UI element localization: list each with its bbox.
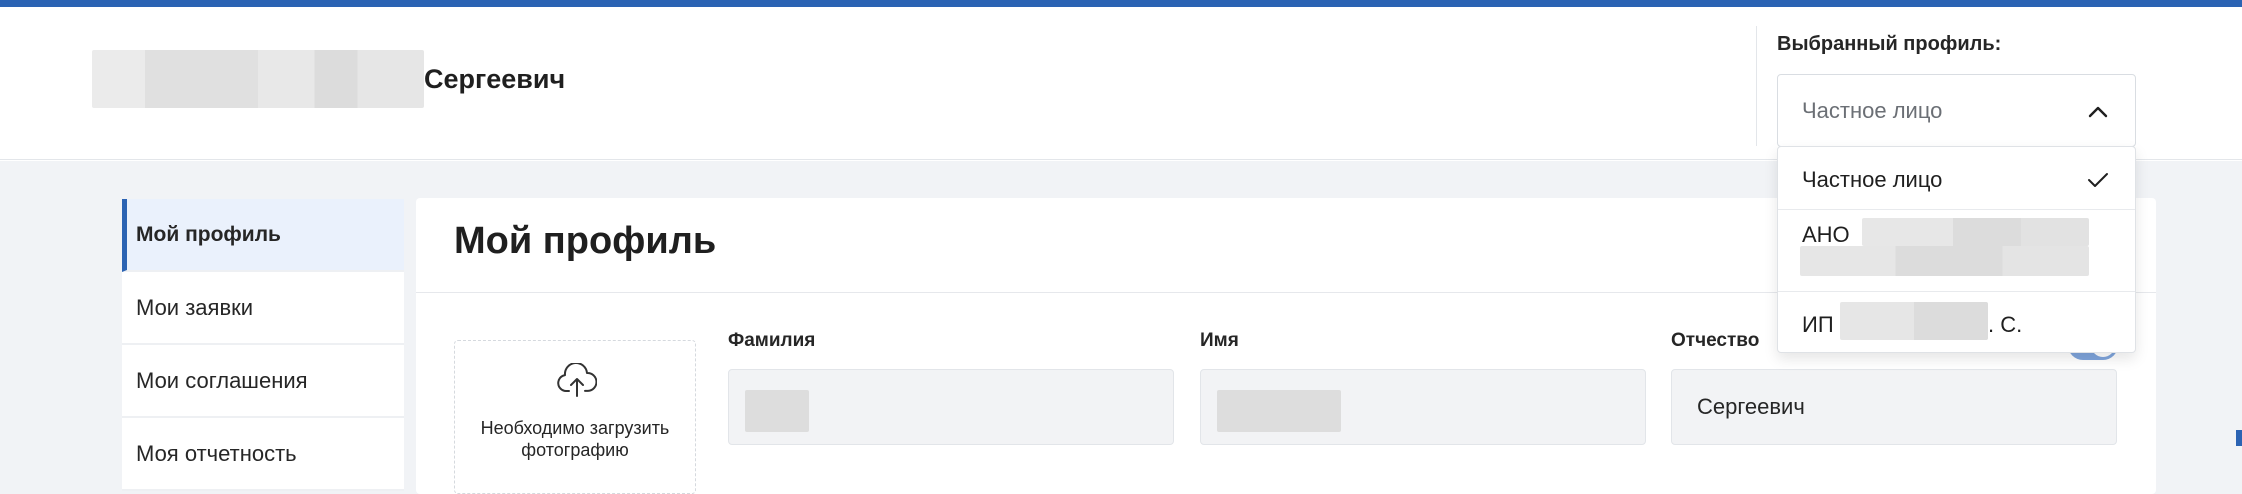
last-name-field[interactable] (728, 369, 1174, 445)
patronymic-field[interactable]: Сергеевич (1671, 369, 2117, 445)
sidebar-item-my-profile[interactable]: Мой профиль (122, 199, 404, 272)
page-title: Мой профиль (454, 220, 717, 262)
top-accent-bar (0, 0, 2242, 7)
sidebar-item-label: Мой профиль (136, 222, 281, 246)
photo-caption: Необходимо загрузить фотографию (480, 418, 670, 460)
check-icon (2088, 173, 2108, 187)
profile-option-ip[interactable]: ИП . С. (1778, 292, 2135, 354)
cloud-upload-icon (557, 363, 597, 397)
profile-option-ano[interactable]: АНО (1778, 210, 2135, 292)
sidebar: Мой профиль Мои заявки Мои соглашения Мо… (122, 199, 404, 491)
sidebar-item-my-applications[interactable]: Мои заявки (122, 272, 404, 345)
photo-upload[interactable]: Необходимо загрузить фотографию (454, 340, 696, 494)
sidebar-item-label: Мои соглашения (136, 367, 308, 393)
patronymic-label: Отчество (1671, 330, 1760, 351)
sidebar-item-my-reports[interactable]: Моя отчетность (122, 418, 404, 491)
header: Сергеевич Выбранный профиль: Частное лиц… (0, 7, 2242, 160)
profile-option-label: Частное лицо (1802, 167, 1943, 192)
user-name: Сергеевич (92, 49, 565, 109)
redacted-org-name-line2 (1800, 246, 2089, 276)
scroll-indicator (2236, 430, 2242, 446)
redacted-value (1217, 390, 1341, 432)
redacted-value (745, 390, 809, 432)
profile-label: Выбранный профиль: (1777, 33, 2002, 55)
profile-option-label: АНО (1802, 222, 1850, 247)
profile-dropdown-menu: Частное лицо АНО ИП . С. (1777, 146, 2136, 353)
redacted-ip-name (1840, 302, 1988, 340)
chevron-up-icon[interactable] (2087, 101, 2109, 123)
profile-option-label-suffix: . С. (1988, 312, 2023, 337)
user-patronymic: Сергеевич (424, 63, 566, 94)
last-name-label: Фамилия (728, 330, 816, 351)
sidebar-item-label: Моя отчетность (136, 440, 297, 466)
first-name-field[interactable] (1200, 369, 1646, 445)
patronymic-value: Сергеевич (1697, 394, 1805, 419)
profile-option-private[interactable]: Частное лицо (1778, 147, 2135, 210)
redacted-org-name (1862, 218, 2089, 246)
profile-select-value: Частное лицо (1802, 97, 1943, 123)
profile-select[interactable]: Частное лицо (1777, 74, 2136, 147)
profile-option-label: ИП (1802, 312, 1834, 337)
first-name-label: Имя (1200, 330, 1239, 351)
sidebar-item-my-agreements[interactable]: Мои соглашения (122, 345, 404, 418)
sidebar-item-label: Мои заявки (136, 294, 254, 320)
header-divider (1756, 26, 1757, 146)
redacted-name (92, 50, 424, 108)
